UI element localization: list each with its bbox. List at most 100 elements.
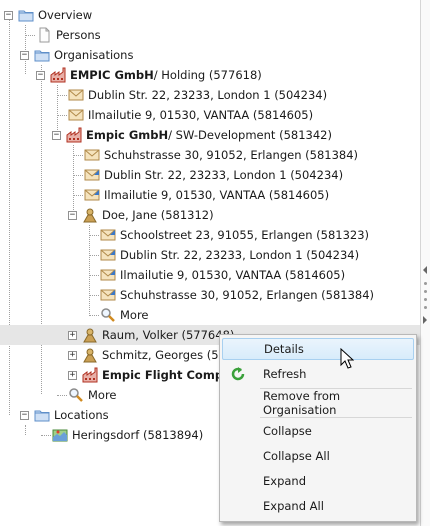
factory-icon (50, 67, 66, 83)
menu-item-collapse[interactable]: Collapse (222, 420, 414, 442)
menu-item-label: Details (264, 342, 304, 356)
envelope-blue-icon (84, 187, 100, 203)
grip-dot (424, 298, 427, 301)
tree-node-location-heringsdorf[interactable]: Heringsdorf (5813894) (52, 425, 203, 445)
envelope-icon (84, 147, 100, 163)
node-label: Ilmailutie 9, 01530, VANTAA (5814605) (120, 268, 346, 282)
collapse-toggle[interactable]: − (4, 10, 13, 20)
node-label: Schmitz, Georges (581 (102, 348, 234, 362)
envelope-blue-icon (100, 227, 116, 243)
collapse-toggle[interactable]: − (20, 50, 29, 60)
tree-line (89, 235, 99, 236)
tree-line (73, 155, 83, 156)
node-label: More (120, 308, 149, 322)
factory-icon (82, 367, 98, 383)
tree-node-address[interactable]: Dublin Str. 22, 23233, London 1 (504234) (68, 85, 327, 105)
tree-line (89, 225, 90, 314)
tree-line (9, 19, 10, 415)
menu-item-details[interactable]: Details (222, 338, 414, 360)
expand-toggle[interactable]: + (68, 350, 77, 360)
page-icon (36, 27, 52, 43)
tree-node-empic-sw[interactable]: − Empic GmbH / SW-Development (581342) (52, 125, 332, 145)
tree-node-address[interactable]: Dublin Str. 22, 23233, London 1 (504234) (84, 165, 343, 185)
collapse-toggle[interactable]: − (52, 130, 61, 140)
envelope-icon (68, 87, 84, 103)
collapse-toggle[interactable]: − (68, 210, 77, 220)
tree-line (57, 115, 67, 116)
menu-item-collapse-all[interactable]: Collapse All (222, 445, 414, 467)
scroll-strip[interactable] (421, 0, 430, 526)
person-icon (82, 327, 98, 343)
org-name: Empic GmbH (86, 128, 169, 142)
menu-item-expand-all[interactable]: Expand All (222, 495, 414, 517)
tree-node-more[interactable]: More (68, 385, 117, 405)
node-label: Dublin Str. 22, 23233, London 1 (504234) (120, 248, 360, 262)
node-label: Overview (38, 8, 93, 22)
tree-node-persons[interactable]: Persons (36, 25, 101, 45)
node-label: Locations (54, 408, 109, 422)
envelope-blue-icon (100, 247, 116, 263)
tree-line (25, 425, 26, 435)
node-label: Schuhstrasse 30, 91052, Erlangen (581384… (120, 288, 375, 302)
grip-dot (424, 306, 427, 309)
menu-item-label: Collapse All (263, 449, 330, 463)
envelope-icon (68, 107, 84, 123)
tree-node-address[interactable]: Ilmailutie 9, 01530, VANTAA (5814605) (84, 185, 329, 205)
menu-item-label: Collapse (263, 424, 312, 438)
org-suffix: / SW-Development (581342) (168, 128, 332, 142)
menu-item-expand[interactable]: Expand (222, 470, 414, 492)
collapse-toggle[interactable]: − (36, 70, 45, 80)
tree-node-person-schmitz[interactable]: + Schmitz, Georges (581 (68, 345, 233, 365)
tree-line (89, 295, 99, 296)
tree-node-address[interactable]: Schuhstrasse 30, 91052, Erlangen (581384… (84, 145, 358, 165)
menu-item-refresh[interactable]: Refresh (222, 363, 414, 385)
tree-line (73, 195, 83, 196)
envelope-blue-icon (100, 267, 116, 283)
expand-toggle[interactable]: + (68, 370, 77, 380)
tree-node-address[interactable]: Dublin Str. 22, 23233, London 1 (504234) (100, 245, 359, 265)
node-label: Dublin Str. 22, 23233, London 1 (504234) (104, 168, 344, 182)
tree-line (25, 35, 35, 36)
tree-node-address[interactable]: Schoolstreet 23, 91055, Erlangen (581323… (100, 225, 369, 245)
menu-item-label: Expand All (263, 499, 324, 513)
tree-line (89, 315, 99, 316)
context-menu: Details Refresh Remove from Organisation… (219, 334, 417, 522)
node-label: Ilmailutie 9, 01530, VANTAA (5814605) (104, 188, 330, 202)
collapse-toggle[interactable]: − (20, 410, 29, 420)
magnifier-icon (68, 387, 84, 403)
tree-node-empic-holding[interactable]: − EMPIC GmbH / Holding (577618) (36, 65, 262, 85)
menu-item-label: Remove from Organisation (263, 389, 341, 417)
tree-node-address[interactable]: Schuhstrasse 30, 91052, Erlangen (581384… (100, 285, 374, 305)
tree-node-address[interactable]: Ilmailutie 9, 01530, VANTAA (5814605) (68, 105, 313, 125)
scroll-right-arrow-icon[interactable] (423, 316, 427, 324)
person-icon (82, 207, 98, 223)
menu-item-remove-from-organisation[interactable]: Remove from Organisation (222, 389, 414, 417)
tree-node-person-doe[interactable]: − Doe, Jane (581312) (68, 205, 214, 225)
tree-line (41, 435, 51, 436)
node-label: Ilmailutie 9, 01530, VANTAA (5814605) (88, 108, 314, 122)
tree-node-more[interactable]: More (100, 305, 149, 325)
expand-toggle[interactable]: + (68, 330, 77, 340)
menu-item-label: Refresh (263, 367, 307, 381)
tree-node-overview[interactable]: − Overview (4, 5, 92, 25)
tree-node-address[interactable]: Ilmailutie 9, 01530, VANTAA (5814605) (100, 265, 345, 285)
tree-node-organisations[interactable]: − Organisations (20, 45, 133, 65)
envelope-blue-icon (84, 167, 100, 183)
menu-item-label: Expand (263, 474, 307, 488)
refresh-icon (230, 366, 246, 382)
person-icon (82, 347, 98, 363)
grip-dot (424, 282, 427, 285)
scroll-left-arrow-icon[interactable] (423, 266, 427, 274)
factory-icon (66, 127, 82, 143)
tree-line (57, 95, 67, 96)
grip-dot (424, 290, 427, 293)
tree-line (89, 275, 99, 276)
node-label: Dublin Str. 22, 23233, London 1 (504234) (88, 88, 328, 102)
cursor-icon (340, 348, 354, 369)
menu-separator (260, 417, 412, 418)
folder-icon (18, 7, 34, 23)
tree-node-locations[interactable]: − Locations (20, 405, 109, 425)
folder-icon (34, 407, 50, 423)
node-label: Raum, Volker (577648) (102, 328, 235, 342)
node-label: Heringsdorf (5813894) (72, 428, 204, 442)
